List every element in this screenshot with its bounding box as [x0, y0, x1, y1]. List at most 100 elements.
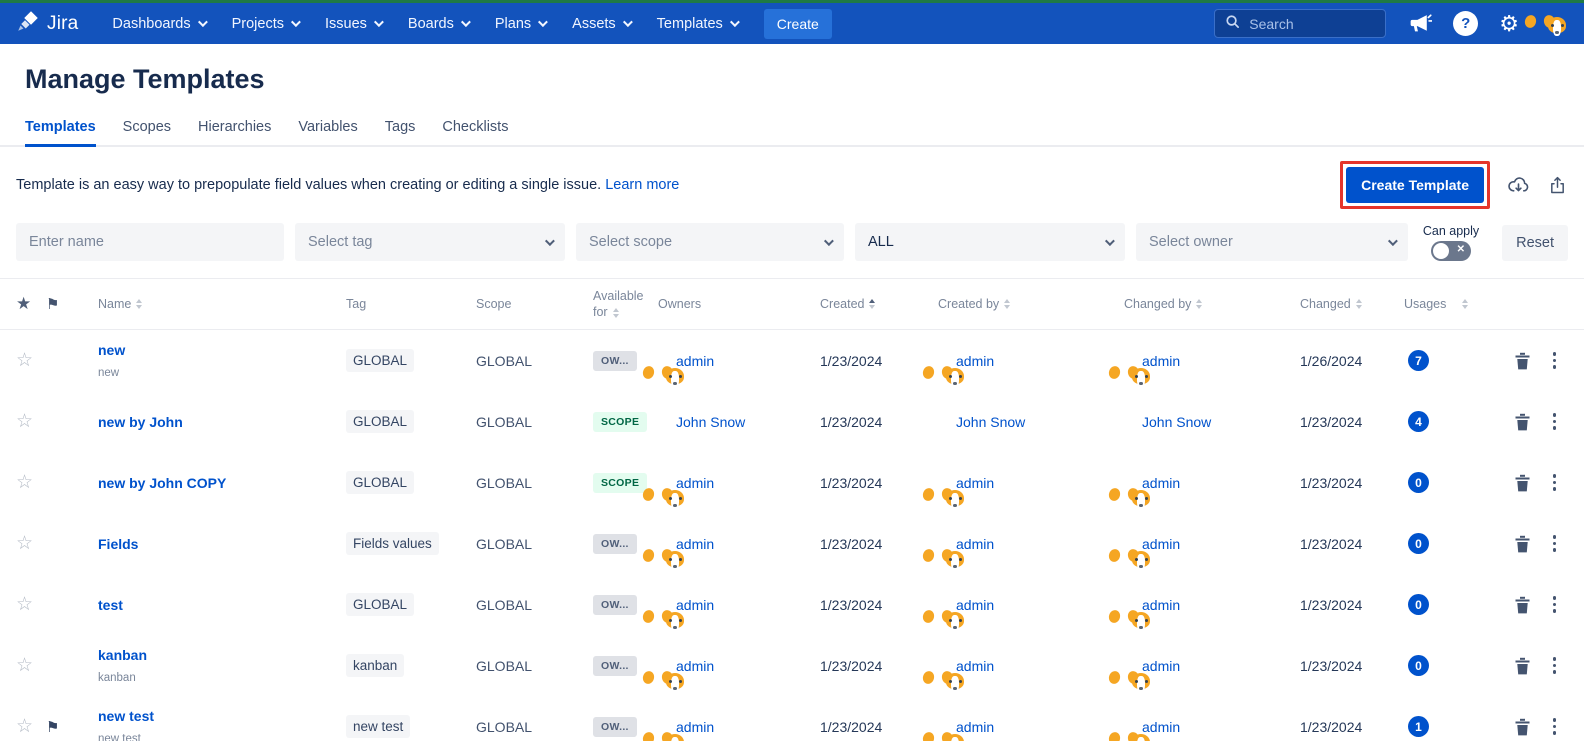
favorite-star-icon[interactable]: ☆ — [16, 533, 33, 554]
scope-filter-select[interactable]: Select scope — [576, 223, 844, 261]
learn-more-link[interactable]: Learn more — [605, 177, 679, 193]
megaphone-icon[interactable] — [1407, 11, 1432, 36]
template-name-link[interactable]: new — [98, 342, 330, 358]
owner-link[interactable]: admin — [676, 536, 714, 552]
nav-menu-item[interactable]: Assets — [572, 16, 630, 32]
delete-trash-icon[interactable] — [1514, 413, 1531, 431]
template-name-link[interactable]: new by John COPY — [98, 475, 330, 491]
usages-count-badge[interactable]: 0 — [1408, 594, 1429, 615]
tab[interactable]: Variables — [298, 119, 357, 147]
template-name-link[interactable]: new test — [98, 708, 330, 724]
row-menu-icon[interactable] — [1551, 716, 1559, 737]
sort-icon[interactable] — [613, 308, 619, 318]
can-apply-toggle[interactable]: ✕ — [1431, 241, 1471, 261]
changed-by-link[interactable]: admin — [1142, 536, 1180, 552]
header-created-by[interactable]: Created by — [938, 297, 999, 311]
help-icon[interactable]: ? — [1453, 11, 1478, 36]
changed-by-link[interactable]: admin — [1142, 719, 1180, 735]
usages-count-badge[interactable]: 4 — [1408, 411, 1429, 432]
export-share-icon[interactable] — [1547, 175, 1568, 196]
created-by-link[interactable]: John Snow — [956, 414, 1025, 430]
owner-link[interactable]: admin — [676, 353, 714, 369]
row-menu-icon[interactable] — [1551, 411, 1559, 432]
tab[interactable]: Scopes — [123, 119, 171, 147]
sort-icon[interactable] — [1004, 299, 1010, 309]
flag-header-icon[interactable]: ⚑ — [46, 295, 59, 313]
delete-trash-icon[interactable] — [1514, 535, 1531, 553]
template-name-link[interactable]: Fields — [98, 536, 330, 552]
row-menu-icon[interactable] — [1551, 350, 1559, 371]
created-by-link[interactable]: admin — [956, 353, 994, 369]
usages-count-badge[interactable]: 1 — [1408, 716, 1429, 737]
delete-trash-icon[interactable] — [1514, 657, 1531, 675]
row-menu-icon[interactable] — [1551, 472, 1559, 493]
row-menu-icon[interactable] — [1551, 594, 1559, 615]
delete-trash-icon[interactable] — [1514, 474, 1531, 492]
row-menu-icon[interactable] — [1551, 533, 1559, 554]
nav-menu-item[interactable]: Projects — [232, 16, 298, 32]
created-by-link[interactable]: admin — [956, 475, 994, 491]
template-name-link[interactable]: test — [98, 597, 330, 613]
usages-count-badge[interactable]: 0 — [1408, 472, 1429, 493]
delete-trash-icon[interactable] — [1514, 352, 1531, 370]
changed-by-link[interactable]: John Snow — [1142, 414, 1211, 430]
created-by-link[interactable]: admin — [956, 597, 994, 613]
jira-logo[interactable]: Jira — [16, 9, 78, 38]
header-changed-by[interactable]: Changed by — [1124, 297, 1191, 311]
owner-link[interactable]: admin — [676, 719, 714, 735]
favorite-star-icon[interactable]: ☆ — [16, 716, 33, 737]
usages-count-badge[interactable]: 7 — [1408, 350, 1429, 371]
template-name-link[interactable]: kanban — [98, 647, 330, 663]
usages-count-badge[interactable]: 0 — [1408, 533, 1429, 554]
template-name-link[interactable]: new by John — [98, 414, 330, 430]
owner-link[interactable]: admin — [676, 597, 714, 613]
gear-icon[interactable]: ⚙︎ — [1499, 13, 1519, 35]
changed-by-link[interactable]: admin — [1142, 597, 1180, 613]
changed-by-link[interactable]: admin — [1142, 353, 1180, 369]
header-created[interactable]: Created — [820, 297, 864, 311]
changed-by-link[interactable]: admin — [1142, 658, 1180, 674]
row-menu-icon[interactable] — [1551, 655, 1559, 676]
nav-menu-item[interactable]: Plans — [495, 16, 545, 32]
user-avatar[interactable] — [1540, 10, 1568, 38]
favorite-star-icon[interactable]: ☆ — [16, 411, 33, 432]
nav-search-box[interactable] — [1214, 9, 1386, 38]
sort-icon[interactable] — [136, 299, 142, 309]
delete-trash-icon[interactable] — [1514, 718, 1531, 736]
tab[interactable]: Hierarchies — [198, 119, 271, 147]
owner-filter-select[interactable]: Select owner — [1136, 223, 1408, 261]
name-filter[interactable] — [16, 223, 284, 261]
created-by-link[interactable]: admin — [956, 658, 994, 674]
available-filter-select[interactable]: ALL — [855, 223, 1125, 261]
tag-filter-select[interactable]: Select tag — [295, 223, 565, 261]
tab[interactable]: Checklists — [442, 119, 508, 147]
usages-count-badge[interactable]: 0 — [1408, 655, 1429, 676]
reset-button[interactable]: Reset — [1502, 225, 1568, 261]
favorite-star-icon[interactable]: ☆ — [16, 350, 33, 371]
sort-icon[interactable] — [1462, 299, 1468, 309]
sort-icon[interactable] — [1196, 299, 1202, 309]
tab[interactable]: Templates — [25, 119, 96, 147]
header-usages[interactable]: Usages — [1404, 297, 1446, 311]
changed-by-link[interactable]: admin — [1142, 475, 1180, 491]
favorite-star-icon[interactable]: ☆ — [16, 594, 33, 615]
sort-icon[interactable] — [1356, 299, 1362, 309]
import-cloud-icon[interactable] — [1507, 174, 1530, 197]
header-changed[interactable]: Changed — [1300, 297, 1351, 311]
header-name[interactable]: Name — [98, 297, 131, 311]
sort-ascending-icon[interactable] — [869, 299, 875, 309]
owner-link[interactable]: admin — [676, 658, 714, 674]
favorite-star-icon[interactable]: ☆ — [16, 472, 33, 493]
tab[interactable]: Tags — [385, 119, 416, 147]
nav-menu-item[interactable]: Dashboards — [112, 16, 204, 32]
create-template-button[interactable]: Create Template — [1346, 167, 1484, 203]
favorite-star-header-icon[interactable]: ★ — [16, 294, 31, 314]
created-by-link[interactable]: admin — [956, 536, 994, 552]
owner-link[interactable]: John Snow — [676, 414, 745, 430]
name-filter-input[interactable] — [29, 234, 271, 250]
nav-menu-item[interactable]: Boards — [408, 16, 468, 32]
nav-menu-item[interactable]: Issues — [325, 16, 381, 32]
nav-create-button[interactable]: Create — [764, 9, 832, 39]
owner-link[interactable]: admin — [676, 475, 714, 491]
delete-trash-icon[interactable] — [1514, 596, 1531, 614]
